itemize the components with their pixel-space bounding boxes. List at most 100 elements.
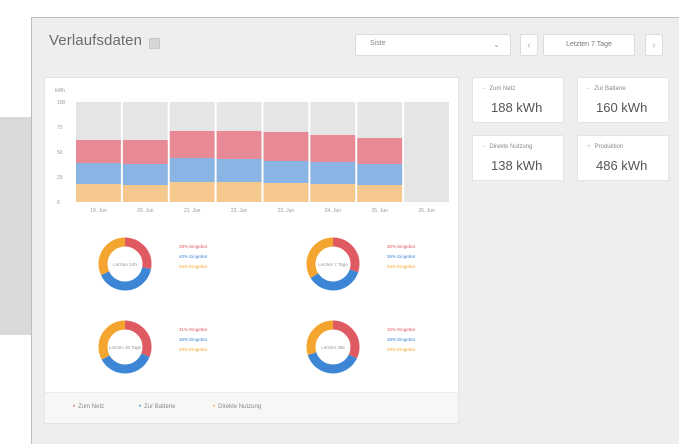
history-chart-card: kWh 100 75 50 25 0 19. Jun 20. Jun 21. Jun 22. Ju… bbox=[44, 77, 459, 424]
stat-card-zur-batterie: – Zur Batterie 160 kWh bbox=[577, 77, 669, 123]
y-tick-label: 100 bbox=[57, 100, 66, 106]
chevron-down-icon: ⌄ bbox=[493, 40, 500, 49]
next-period-button[interactable]: › bbox=[645, 34, 663, 56]
stat-card-zum-netz: – Zum Netz 188 kWh bbox=[472, 77, 564, 123]
donut-center-label: Letzten 30 Tage bbox=[109, 345, 141, 350]
x-tick-label: 24. Jun bbox=[325, 208, 342, 214]
y-tick-label: 0 bbox=[57, 200, 60, 206]
legend-line: 36% Eingebar bbox=[179, 337, 208, 342]
y-tick-label: 25 bbox=[57, 175, 63, 181]
bar-segment-blue bbox=[263, 161, 309, 183]
donut-365d: Letzten 365 32% Eingebar 38% Eingebar 30… bbox=[301, 315, 481, 379]
legend-line: 36% Eingebar bbox=[387, 254, 416, 259]
donut-7d: Letzten 7 Tage 30% Eingebar 36% Eingebar… bbox=[301, 232, 481, 296]
background-panel bbox=[0, 117, 34, 335]
select-value: Siste bbox=[370, 40, 386, 47]
legend-zur-batterie[interactable]: • Zur Batterie bbox=[139, 404, 175, 410]
stat-label: – Zum Netz bbox=[482, 86, 516, 92]
data-source-select[interactable]: Siste ⌄ bbox=[355, 34, 511, 56]
x-tick-label: 26. Jun bbox=[418, 208, 435, 214]
bar-segment-red bbox=[357, 138, 403, 164]
legend-line: 38% Eingebar bbox=[387, 337, 416, 342]
x-tick-label: 21. Jun bbox=[184, 208, 201, 214]
stat-value: 160 kWh bbox=[596, 100, 648, 115]
legend-line: 30% Eingebar bbox=[387, 244, 416, 249]
stat-label: – Zur Batterie bbox=[587, 86, 626, 92]
bar-segment-orange bbox=[76, 184, 121, 202]
y-unit-label: kWh bbox=[55, 88, 65, 94]
legend-line: 30% Eingebar bbox=[387, 347, 416, 352]
stat-card-direkte-nutzung: – Direkte Nutzung 138 kWh bbox=[472, 135, 564, 181]
app-screen: Verlaufsdaten Siste ⌄ ‹ Letzten 7 Tage ›… bbox=[31, 17, 679, 444]
donut-legend: 30% Eingebar 36% Eingebar 34% Eingebar bbox=[387, 242, 415, 272]
x-tick-label: 20. Jun bbox=[137, 208, 154, 214]
x-tick-label: 22. Jun bbox=[231, 208, 248, 214]
stacked-bar-chart: kWh 100 75 50 25 0 19. Jun 20. Jun 21. Jun 22. Ju… bbox=[55, 88, 449, 214]
legend-dot-icon: • bbox=[213, 404, 216, 410]
donut-center-label: Letzten 24h bbox=[113, 262, 137, 267]
donut-legend: 32% Eingebar 38% Eingebar 30% Eingebar bbox=[387, 325, 415, 355]
bar-segment-orange bbox=[357, 185, 403, 202]
x-tick-label: 25. Jun bbox=[371, 208, 388, 214]
plus-icon: + bbox=[587, 144, 591, 150]
bar-segment-orange bbox=[263, 183, 309, 202]
donut-chart: Letzten 30 Tage bbox=[98, 320, 152, 374]
legend-line: 32% Eingebar bbox=[179, 264, 208, 269]
x-tick-label: 19. Jun bbox=[90, 208, 107, 214]
minus-icon: – bbox=[482, 144, 486, 150]
bar-segment-blue bbox=[357, 164, 403, 185]
x-tick-label: 23. Jun bbox=[278, 208, 295, 214]
bar-segment-red bbox=[122, 140, 168, 164]
prev-period-button[interactable]: ‹ bbox=[520, 34, 538, 56]
legend-line: 32% Eingebar bbox=[387, 327, 416, 332]
bar-segment-blue bbox=[169, 158, 215, 182]
donut-30d: Letzten 30 Tage 31% Eingebar 36% Eingeba… bbox=[93, 315, 273, 379]
legend-label: Zum Netz bbox=[78, 404, 105, 410]
legend-line: 40% Eingebar bbox=[179, 254, 208, 259]
bar-segment-orange bbox=[216, 182, 262, 202]
bar-background bbox=[404, 102, 449, 202]
bar-segment-red bbox=[76, 140, 121, 163]
legend-dot-icon: • bbox=[73, 404, 76, 410]
bar-segment-orange bbox=[169, 182, 215, 202]
stat-value: 486 kWh bbox=[596, 158, 648, 173]
legend-label: Zur Batterie bbox=[144, 404, 176, 410]
bar-segment-red bbox=[310, 135, 356, 162]
legend-dot-icon: • bbox=[139, 404, 142, 410]
donut-legend: 28% Eingebar 40% Eingebar 32% Eingebar bbox=[179, 242, 207, 272]
chart-legend-bar: • Zum Netz • Zur Batterie • Direkte Nutzung bbox=[45, 392, 458, 423]
bar-segment-blue bbox=[122, 164, 168, 185]
bar-segment-blue bbox=[310, 162, 356, 184]
y-tick-label: 50 bbox=[57, 150, 63, 156]
page-title: Verlaufsdaten bbox=[49, 32, 143, 49]
bar-segment-orange bbox=[122, 185, 168, 202]
info-icon[interactable] bbox=[149, 38, 160, 49]
legend-line: 31% Eingebar bbox=[179, 327, 208, 332]
bar-segment-orange bbox=[310, 184, 356, 202]
donut-chart: Letzten 365 bbox=[306, 320, 360, 374]
legend-line: 33% Eingebar bbox=[179, 347, 208, 352]
bar-segment-red bbox=[169, 131, 215, 158]
bar-segment-red bbox=[263, 132, 309, 161]
bar-segment-blue bbox=[76, 163, 121, 184]
legend-zum-netz[interactable]: • Zum Netz bbox=[73, 404, 104, 410]
bar-segment-red bbox=[216, 131, 262, 159]
donut-center-label: Letzten 7 Tage bbox=[318, 262, 348, 267]
legend-direkte-nutzung[interactable]: • Direkte Nutzung bbox=[213, 404, 261, 410]
minus-icon: – bbox=[482, 86, 486, 92]
stat-label: – Direkte Nutzung bbox=[482, 144, 533, 150]
legend-line: 28% Eingebar bbox=[179, 244, 208, 249]
legend-label: Direkte Nutzung bbox=[218, 404, 262, 410]
stat-value: 188 kWh bbox=[491, 100, 543, 115]
donut-center-label: Letzten 365 bbox=[321, 345, 345, 350]
stat-card-produktion: + Produktion 486 kWh bbox=[577, 135, 669, 181]
donut-chart: Letzten 7 Tage bbox=[306, 237, 360, 291]
stat-value: 138 kWh bbox=[491, 158, 543, 173]
time-range-button[interactable]: Letzten 7 Tage bbox=[543, 34, 635, 56]
donut-legend: 31% Eingebar 36% Eingebar 33% Eingebar bbox=[179, 325, 207, 355]
bar-segment-blue bbox=[216, 159, 262, 182]
y-tick-label: 75 bbox=[57, 125, 63, 131]
legend-line: 34% Eingebar bbox=[387, 264, 416, 269]
donut-chart: Letzten 24h bbox=[98, 237, 152, 291]
stat-label: + Produktion bbox=[587, 144, 624, 150]
